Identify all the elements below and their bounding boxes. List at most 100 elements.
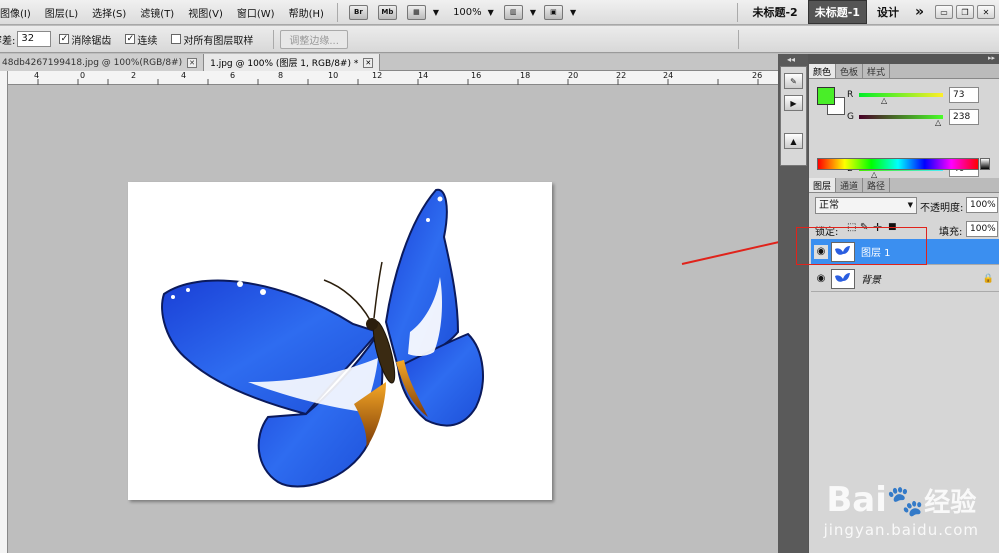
- green-slider[interactable]: △: [859, 115, 943, 127]
- chevron-down-icon[interactable]: ▼: [570, 8, 576, 17]
- close-icon[interactable]: ✕: [977, 5, 995, 19]
- annotation-highlight-box: [796, 227, 927, 265]
- history-icon[interactable]: ✎: [784, 73, 803, 89]
- ruler-label: 2: [131, 71, 137, 80]
- tab-paths[interactable]: 路径: [863, 178, 891, 192]
- ruler-label: 26: [752, 71, 763, 80]
- view-extras-icon[interactable]: ▦: [406, 4, 426, 20]
- collapsed-panel-icons: ✎ ▶ ▲: [780, 66, 807, 166]
- document-tabs: 48db4267199418.jpg @ 100%(RGB/8#) ✕ 1.jp…: [0, 54, 778, 71]
- refine-edge-button[interactable]: 调整边缘...: [280, 29, 348, 49]
- chevron-down-icon[interactable]: ▼: [433, 8, 439, 17]
- slider-handle-icon[interactable]: △: [881, 96, 887, 105]
- separator: [273, 29, 275, 49]
- ruler-label: 0: [80, 71, 86, 80]
- sample-all-option[interactable]: 对所有图层取样: [171, 32, 253, 47]
- tab-styles[interactable]: 样式: [863, 64, 891, 78]
- workspace-untitled-1[interactable]: 未标题-1: [807, 0, 867, 24]
- checkbox-checked-icon[interactable]: ✓: [125, 34, 136, 44]
- document-canvas[interactable]: [128, 182, 552, 500]
- separator: [737, 2, 739, 22]
- eye-icon[interactable]: ◉: [814, 272, 828, 286]
- menu-help[interactable]: 帮助(H): [282, 5, 331, 20]
- watermark-url: jingyan.baidu.com: [823, 521, 979, 539]
- fill-input[interactable]: 100%: [966, 221, 998, 237]
- chevron-down-icon[interactable]: ▼: [530, 8, 536, 17]
- layer-row-background[interactable]: ◉ 背景 🔒: [811, 266, 999, 292]
- tab-document-1[interactable]: 48db4267199418.jpg @ 100%(RGB/8#) ✕: [0, 54, 205, 71]
- workspace-untitled-2[interactable]: 未标题-2: [746, 1, 803, 23]
- screen-mode-icon[interactable]: ▣: [543, 4, 563, 20]
- green-value-input[interactable]: 238: [949, 109, 979, 125]
- lock-icon: 🔒: [982, 273, 994, 284]
- red-label: R: [847, 90, 854, 100]
- watermark: Bai🐾经验 jingyan.baidu.com: [824, 482, 979, 539]
- layer-name: 背景: [861, 275, 881, 286]
- tab-color[interactable]: 颜色: [809, 64, 837, 78]
- close-icon[interactable]: ✕: [363, 57, 374, 68]
- foreground-color-swatch[interactable]: [817, 87, 835, 105]
- zoom-level[interactable]: 100%: [453, 7, 482, 18]
- contiguous-label: 连续: [137, 35, 158, 47]
- butterfly-thumbnail-icon: [835, 272, 850, 282]
- red-value-input[interactable]: 73: [949, 87, 979, 103]
- blend-mode-select[interactable]: 正常 ▼: [815, 197, 917, 214]
- close-icon[interactable]: ✕: [187, 57, 198, 68]
- horizontal-ruler: 4 0 2 4 6 8 10 12 14 16 18 20 22 24 26: [8, 71, 778, 85]
- antialias-option[interactable]: ✓ 消除锯齿: [59, 32, 111, 47]
- opacity-input[interactable]: 100%: [966, 197, 998, 213]
- histogram-icon[interactable]: ▲: [784, 133, 803, 149]
- workspace-overflow-icon[interactable]: »: [909, 1, 930, 23]
- minimize-icon[interactable]: ▭: [935, 5, 953, 19]
- ruler-label: 12: [372, 71, 383, 80]
- tab-document-2[interactable]: 1.jpg @ 100% (图层 1, RGB/8#) * ✕: [204, 54, 381, 71]
- ruler-label: 24: [663, 71, 674, 80]
- checkbox-checked-icon[interactable]: ✓: [59, 34, 70, 44]
- slider-handle-icon[interactable]: △: [935, 118, 941, 127]
- checkbox-unchecked-icon[interactable]: [171, 34, 182, 44]
- watermark-logo: Bai🐾经验: [824, 482, 979, 521]
- opacity-label: 不透明度:: [920, 203, 964, 214]
- chevron-down-icon[interactable]: ▼: [488, 8, 494, 17]
- menu-window[interactable]: 窗口(W): [230, 5, 282, 20]
- actions-icon[interactable]: ▶: [784, 95, 803, 111]
- ruler-label: 18: [520, 71, 531, 80]
- mini-bridge-icon[interactable]: Mb: [377, 4, 397, 20]
- restore-icon[interactable]: ❐: [956, 5, 974, 19]
- red-slider-row: R △ 73: [847, 87, 979, 105]
- tab-layers[interactable]: 图层: [809, 178, 837, 192]
- panel-collapse-icon[interactable]: ▸▸: [809, 54, 999, 64]
- color-panel-tabs: 颜色 色板 样式: [809, 64, 999, 79]
- sample-all-label: 对所有图层取样: [183, 35, 254, 47]
- color-spectrum-bar[interactable]: [817, 158, 979, 170]
- ruler-label: 4: [181, 71, 187, 80]
- tab-swatches[interactable]: 色板: [836, 64, 864, 78]
- fill-label: 填充:: [939, 227, 963, 238]
- ruler-label: 20: [568, 71, 579, 80]
- layers-panel-tabs: 图层 通道 路径: [809, 178, 999, 193]
- menu-select[interactable]: 选择(S): [85, 5, 133, 20]
- tab-channels[interactable]: 通道: [836, 178, 864, 192]
- menu-bar: 图像(I) 图层(L) 选择(S) 滤镜(T) 视图(V) 窗口(W) 帮助(H…: [0, 0, 999, 25]
- tab-label: 1.jpg @ 100% (图层 1, RGB/8#) *: [210, 59, 359, 69]
- ruler-label: 16: [471, 71, 482, 80]
- dock-collapse-icon[interactable]: ◂◂: [787, 55, 795, 64]
- bridge-icon[interactable]: Br: [348, 4, 368, 20]
- antialias-label: 消除锯齿: [71, 35, 112, 47]
- menu-layer[interactable]: 图层(L): [38, 5, 85, 20]
- menu-image[interactable]: 图像(I): [0, 5, 38, 20]
- workspace-design[interactable]: 设计: [871, 1, 905, 23]
- paw-icon: 🐾: [886, 484, 925, 519]
- arrange-documents-icon[interactable]: ▥: [503, 4, 523, 20]
- green-label: G: [847, 112, 854, 122]
- separator: [336, 2, 338, 22]
- red-slider[interactable]: △: [859, 93, 943, 105]
- menu-filter[interactable]: 滤镜(T): [133, 5, 181, 20]
- contiguous-option[interactable]: ✓ 连续: [125, 32, 157, 47]
- watermark-brand-cn: 经验: [924, 488, 977, 518]
- menu-view[interactable]: 视图(V): [181, 5, 230, 20]
- chevron-down-icon: ▼: [907, 201, 913, 209]
- tolerance-input[interactable]: 32: [17, 31, 52, 47]
- ruler-label: 14: [418, 71, 429, 80]
- separator: [738, 29, 739, 49]
